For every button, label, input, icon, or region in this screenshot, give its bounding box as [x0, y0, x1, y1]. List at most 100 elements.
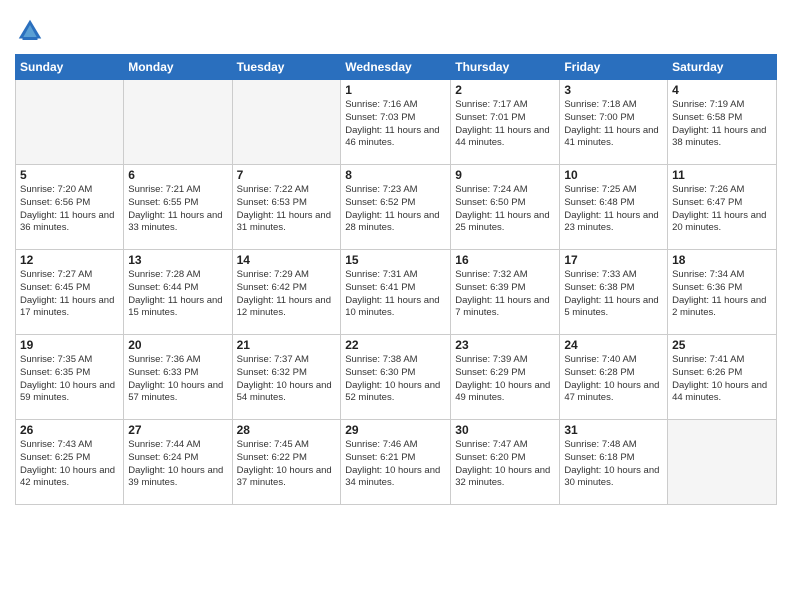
day-info: Sunrise: 7:23 AM Sunset: 6:52 PM Dayligh… [345, 184, 446, 235]
day-number: 10 [564, 168, 663, 182]
day-cell-3: 3 Sunrise: 7:18 AM Sunset: 7:00 PM Daylig… [560, 80, 668, 165]
day-info: Sunrise: 7:33 AM Sunset: 6:38 PM Dayligh… [564, 269, 663, 320]
weekday-header-saturday: Saturday [668, 55, 777, 80]
week-row-5: 26 Sunrise: 7:43 AM Sunset: 6:25 PM Dayli… [16, 420, 777, 505]
day-cell-20: 20Sunrise: 7:36 AM Sunset: 6:33 PM Dayli… [124, 335, 232, 420]
day-cell-10: 10 Sunrise: 7:25 AM Sunset: 6:48 PM Dayli… [560, 165, 668, 250]
day-cell-14: 14Sunrise: 7:29 AM Sunset: 6:42 PM Dayli… [232, 250, 341, 335]
day-info: Sunrise: 7:45 AM Sunset: 6:22 PM Dayligh… [237, 439, 337, 490]
day-cell-30: 30 Sunrise: 7:47 AM Sunset: 6:20 PM Dayli… [451, 420, 560, 505]
day-number: 12 [20, 253, 119, 267]
header [15, 10, 777, 46]
day-info: Sunrise: 7:28 AM Sunset: 6:44 PM Dayligh… [128, 269, 227, 320]
day-info: Sunrise: 7:16 AM Sunset: 7:03 PM Dayligh… [345, 99, 446, 150]
day-number: 9 [455, 168, 555, 182]
weekday-header-tuesday: Tuesday [232, 55, 341, 80]
day-number: 31 [564, 423, 663, 437]
day-cell-23: 23Sunrise: 7:39 AM Sunset: 6:29 PM Dayli… [451, 335, 560, 420]
day-info: Sunrise: 7:31 AM Sunset: 6:41 PM Dayligh… [345, 269, 446, 320]
day-number: 6 [128, 168, 227, 182]
day-info: Sunrise: 7:37 AM Sunset: 6:32 PM Dayligh… [237, 354, 337, 405]
day-cell-9: 9 Sunrise: 7:24 AM Sunset: 6:50 PM Daylig… [451, 165, 560, 250]
day-number: 2 [455, 83, 555, 97]
day-info: Sunrise: 7:43 AM Sunset: 6:25 PM Dayligh… [20, 439, 119, 490]
day-info: Sunrise: 7:47 AM Sunset: 6:20 PM Dayligh… [455, 439, 555, 490]
day-number: 5 [20, 168, 119, 182]
weekday-header-thursday: Thursday [451, 55, 560, 80]
day-info: Sunrise: 7:34 AM Sunset: 6:36 PM Dayligh… [672, 269, 772, 320]
day-number: 17 [564, 253, 663, 267]
day-info: Sunrise: 7:26 AM Sunset: 6:47 PM Dayligh… [672, 184, 772, 235]
day-cell-25: 25 Sunrise: 7:41 AM Sunset: 6:26 PM Dayli… [668, 335, 777, 420]
day-cell-17: 17 Sunrise: 7:33 AM Sunset: 6:38 PM Dayli… [560, 250, 668, 335]
day-cell-12: 12 Sunrise: 7:27 AM Sunset: 6:45 PM Dayli… [16, 250, 124, 335]
calendar-table: SundayMondayTuesdayWednesdayThursdayFrid… [15, 54, 777, 505]
day-cell-4: 4 Sunrise: 7:19 AM Sunset: 6:58 PM Daylig… [668, 80, 777, 165]
day-info: Sunrise: 7:35 AM Sunset: 6:35 PM Dayligh… [20, 354, 119, 405]
day-number: 24 [564, 338, 663, 352]
day-info: Sunrise: 7:17 AM Sunset: 7:01 PM Dayligh… [455, 99, 555, 150]
day-number: 28 [237, 423, 337, 437]
day-cell-8: 8 Sunrise: 7:23 AM Sunset: 6:52 PM Daylig… [341, 165, 451, 250]
day-info: Sunrise: 7:22 AM Sunset: 6:53 PM Dayligh… [237, 184, 337, 235]
weekday-header-friday: Friday [560, 55, 668, 80]
day-cell-5: 5 Sunrise: 7:20 AM Sunset: 6:56 PM Daylig… [16, 165, 124, 250]
day-cell-26: 26 Sunrise: 7:43 AM Sunset: 6:25 PM Dayli… [16, 420, 124, 505]
page: SundayMondayTuesdayWednesdayThursdayFrid… [0, 0, 792, 612]
day-cell-24: 24 Sunrise: 7:40 AM Sunset: 6:28 PM Dayli… [560, 335, 668, 420]
day-cell-6: 6 Sunrise: 7:21 AM Sunset: 6:55 PM Daylig… [124, 165, 232, 250]
day-cell-31: 31 Sunrise: 7:48 AM Sunset: 6:18 PM Dayli… [560, 420, 668, 505]
day-info: Sunrise: 7:20 AM Sunset: 6:56 PM Dayligh… [20, 184, 119, 235]
day-cell-1: 1 Sunrise: 7:16 AM Sunset: 7:03 PM Daylig… [341, 80, 451, 165]
day-number: 27 [128, 423, 227, 437]
week-row-4: 19 Sunrise: 7:35 AM Sunset: 6:35 PM Dayli… [16, 335, 777, 420]
day-number: 16 [455, 253, 555, 267]
day-info: Sunrise: 7:46 AM Sunset: 6:21 PM Dayligh… [345, 439, 446, 490]
day-info: Sunrise: 7:48 AM Sunset: 6:18 PM Dayligh… [564, 439, 663, 490]
day-info: Sunrise: 7:21 AM Sunset: 6:55 PM Dayligh… [128, 184, 227, 235]
day-info: Sunrise: 7:40 AM Sunset: 6:28 PM Dayligh… [564, 354, 663, 405]
day-info: Sunrise: 7:38 AM Sunset: 6:30 PM Dayligh… [345, 354, 446, 405]
day-cell-15: 15Sunrise: 7:31 AM Sunset: 6:41 PM Dayli… [341, 250, 451, 335]
day-cell-18: 18 Sunrise: 7:34 AM Sunset: 6:36 PM Dayli… [668, 250, 777, 335]
day-cell-29: 29 Sunrise: 7:46 AM Sunset: 6:21 PM Dayli… [341, 420, 451, 505]
day-number: 21 [237, 338, 337, 352]
weekday-header-row: SundayMondayTuesdayWednesdayThursdayFrid… [16, 55, 777, 80]
day-info: Sunrise: 7:39 AM Sunset: 6:29 PM Dayligh… [455, 354, 555, 405]
empty-cell [232, 80, 341, 165]
day-info: Sunrise: 7:18 AM Sunset: 7:00 PM Dayligh… [564, 99, 663, 150]
day-number: 30 [455, 423, 555, 437]
day-number: 13 [128, 253, 227, 267]
day-number: 1 [345, 83, 446, 97]
day-info: Sunrise: 7:19 AM Sunset: 6:58 PM Dayligh… [672, 99, 772, 150]
empty-cell [668, 420, 777, 505]
day-number: 3 [564, 83, 663, 97]
day-number: 25 [672, 338, 772, 352]
day-cell-11: 11 Sunrise: 7:26 AM Sunset: 6:47 PM Dayli… [668, 165, 777, 250]
day-number: 26 [20, 423, 119, 437]
day-number: 22 [345, 338, 446, 352]
day-cell-2: 2 Sunrise: 7:17 AM Sunset: 7:01 PM Daylig… [451, 80, 560, 165]
day-info: Sunrise: 7:24 AM Sunset: 6:50 PM Dayligh… [455, 184, 555, 235]
day-number: 14 [237, 253, 337, 267]
day-number: 19 [20, 338, 119, 352]
week-row-1: 1 Sunrise: 7:16 AM Sunset: 7:03 PM Daylig… [16, 80, 777, 165]
day-number: 4 [672, 83, 772, 97]
day-info: Sunrise: 7:41 AM Sunset: 6:26 PM Dayligh… [672, 354, 772, 405]
day-number: 18 [672, 253, 772, 267]
day-info: Sunrise: 7:32 AM Sunset: 6:39 PM Dayligh… [455, 269, 555, 320]
day-number: 29 [345, 423, 446, 437]
day-info: Sunrise: 7:36 AM Sunset: 6:33 PM Dayligh… [128, 354, 227, 405]
day-cell-7: 7 Sunrise: 7:22 AM Sunset: 6:53 PM Daylig… [232, 165, 341, 250]
logo-icon [15, 16, 45, 46]
day-cell-16: 16 Sunrise: 7:32 AM Sunset: 6:39 PM Dayli… [451, 250, 560, 335]
empty-cell [124, 80, 232, 165]
day-info: Sunrise: 7:27 AM Sunset: 6:45 PM Dayligh… [20, 269, 119, 320]
week-row-2: 5 Sunrise: 7:20 AM Sunset: 6:56 PM Daylig… [16, 165, 777, 250]
day-number: 8 [345, 168, 446, 182]
day-number: 7 [237, 168, 337, 182]
day-info: Sunrise: 7:25 AM Sunset: 6:48 PM Dayligh… [564, 184, 663, 235]
day-cell-28: 28 Sunrise: 7:45 AM Sunset: 6:22 PM Dayli… [232, 420, 341, 505]
day-cell-22: 22 Sunrise: 7:38 AM Sunset: 6:30 PM Dayli… [341, 335, 451, 420]
day-number: 11 [672, 168, 772, 182]
